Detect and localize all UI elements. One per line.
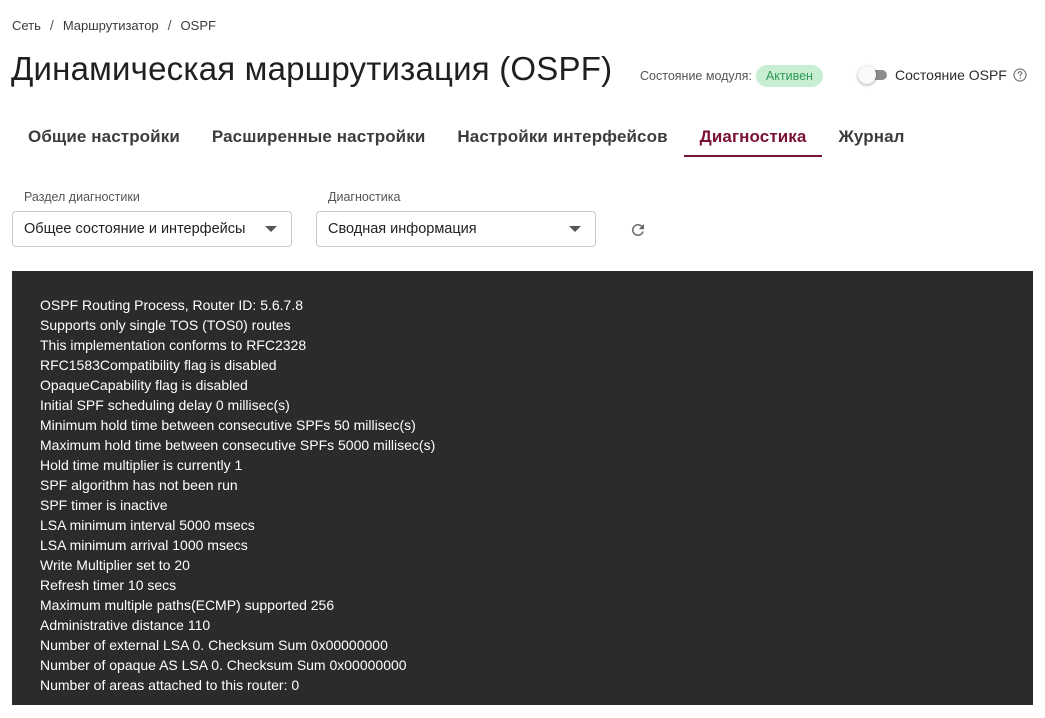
breadcrumb: Сеть / Маршрутизатор / OSPF — [12, 16, 216, 34]
tab-interface-settings[interactable]: Настройки интерфейсов — [441, 117, 683, 157]
ospf-state: Состояние OSPF — [858, 66, 1027, 84]
output-line: RFC1583Compatibility flag is disabled — [40, 357, 277, 373]
output-line: Administrative distance 110 — [40, 617, 211, 633]
output-line: Write Multiplier set to 20 — [40, 557, 190, 573]
output-line: Hold time multiplier is currently 1 — [40, 457, 243, 473]
output-line: Maximum hold time between consecutive SP… — [40, 437, 436, 453]
output-line: Refresh timer 10 secs — [40, 577, 177, 593]
diagnostic-section-field: Раздел диагностики Общее состояние и инт… — [12, 190, 292, 247]
output-line: OSPF Routing Process, Router ID: 5.6.7.8 — [40, 297, 304, 313]
diagnostic-section-select[interactable]: Общее состояние и интерфейсы — [12, 211, 292, 247]
output-line: Minimum hold time between consecutive SP… — [40, 417, 416, 433]
breadcrumb-separator: / — [49, 17, 54, 33]
tab-diagnostics[interactable]: Диагностика — [683, 117, 823, 157]
refresh-icon — [631, 223, 644, 236]
output-line: SPF algorithm has not been run — [40, 477, 238, 493]
module-state: Состояние модуля: Активен — [640, 65, 823, 87]
output-line: SPF timer is inactive — [40, 497, 168, 513]
output-line: OpaqueCapability flag is disabled — [40, 377, 248, 393]
tab-log[interactable]: Журнал — [822, 117, 920, 157]
output-line: Initial SPF scheduling delay 0 millisec(… — [40, 397, 290, 413]
page-title: Динамическая маршрутизация (OSPF) — [11, 50, 613, 87]
breadcrumb-separator: / — [167, 17, 172, 33]
toggle-knob — [858, 66, 876, 84]
output-line: This implementation conforms to RFC2328 — [40, 337, 307, 353]
status-badge: Активен — [755, 65, 823, 87]
ospf-state-label: Состояние OSPF — [895, 67, 1007, 83]
diagnostic-output: OSPF Routing Process, Router ID: 5.6.7.8… — [12, 271, 1033, 705]
output-line: Number of areas attached to this router:… — [40, 677, 300, 693]
breadcrumb-item-router[interactable]: Маршрутизатор — [63, 18, 159, 33]
tab-advanced-settings[interactable]: Расширенные настройки — [196, 117, 442, 157]
output-line: Supports only single TOS (TOS0) routes — [40, 317, 291, 333]
question-circle-icon[interactable] — [1013, 68, 1027, 82]
module-state-label: Состояние модуля: — [640, 69, 752, 83]
output-line: Maximum multiple paths(ECMP) supported 2… — [40, 597, 335, 613]
breadcrumb-item-network[interactable]: Сеть — [12, 18, 41, 33]
diagnostic-type-field: Диагностика Сводная информация — [316, 190, 596, 247]
diagnostic-section-label: Раздел диагностики — [24, 190, 140, 204]
chevron-down-icon — [265, 226, 277, 232]
diagnostic-type-label: Диагностика — [328, 190, 401, 204]
tab-general-settings[interactable]: Общие настройки — [12, 117, 196, 157]
refresh-button[interactable] — [626, 218, 650, 242]
output-line: LSA minimum interval 5000 msecs — [40, 517, 255, 533]
output-line: LSA minimum arrival 1000 msecs — [40, 537, 248, 553]
diagnostic-section-value: Общее состояние и интерфейсы — [24, 221, 246, 237]
output-line: Number of opaque AS LSA 0. Checksum Sum … — [40, 657, 407, 673]
ospf-state-toggle[interactable] — [858, 66, 888, 84]
diagnostic-type-value: Сводная информация — [328, 221, 477, 237]
tab-bar: Общие настройки Расширенные настройки На… — [12, 117, 921, 157]
breadcrumb-item-ospf: OSPF — [180, 17, 216, 33]
chevron-down-icon — [569, 226, 581, 232]
diagnostic-type-select[interactable]: Сводная информация — [316, 211, 596, 247]
output-line: Number of external LSA 0. Checksum Sum 0… — [40, 637, 388, 653]
